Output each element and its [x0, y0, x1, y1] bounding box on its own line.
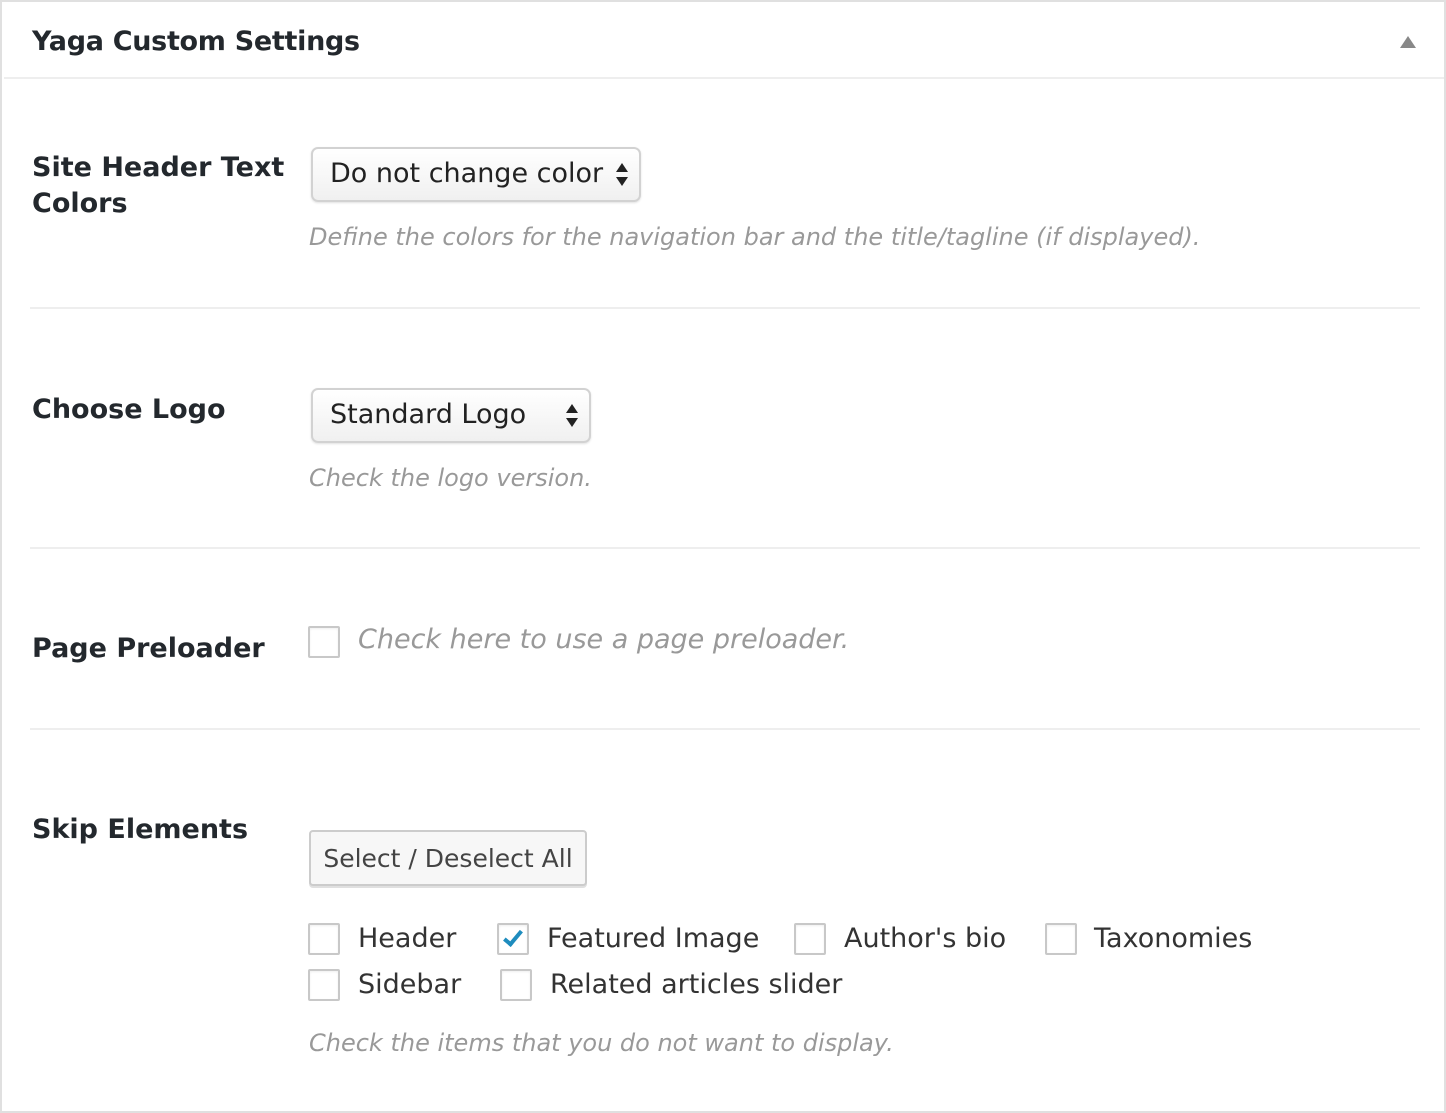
skip-checkbox-featured-image[interactable]	[497, 923, 529, 955]
header-colors-select-value: Do not change color	[330, 158, 604, 189]
skip-label-taxonomies: Taxonomies	[1094, 923, 1253, 954]
logo-select-value: Standard Logo	[330, 399, 527, 430]
skip-elements-label: Skip Elements	[32, 814, 249, 845]
header-colors-label-line2: Colors	[32, 188, 128, 219]
triangle-up-icon[interactable]	[1400, 36, 1416, 48]
skip-checkbox-taxonomies[interactable]	[1045, 923, 1077, 955]
logo-label: Choose Logo	[32, 394, 226, 425]
select-arrows-icon	[616, 163, 628, 187]
checkmark-icon	[503, 926, 523, 947]
select-deselect-all-button[interactable]: Select / Deselect All	[309, 830, 587, 886]
select-arrows-icon	[566, 404, 578, 428]
logo-select[interactable]: Standard Logo	[311, 388, 591, 443]
panel-title: Yaga Custom Settings	[32, 26, 360, 57]
skip-description: Check the items that you do not want to …	[309, 1029, 894, 1057]
divider	[30, 307, 1420, 309]
skip-label-header: Header	[358, 923, 457, 954]
preloader-checkbox-label: Check here to use a page preloader.	[358, 624, 850, 655]
header-colors-description: Define the colors for the navigation bar…	[309, 223, 1201, 251]
skip-checkbox-authors-bio[interactable]	[794, 923, 826, 955]
skip-label-related-articles-slider: Related articles slider	[550, 969, 843, 1000]
skip-checkbox-related-articles-slider[interactable]	[500, 969, 532, 1001]
header-colors-label-line1: Site Header Text	[32, 152, 285, 183]
divider	[30, 547, 1420, 549]
skip-checkbox-header[interactable]	[308, 923, 340, 955]
preloader-checkbox[interactable]	[308, 626, 340, 658]
skip-label-featured-image: Featured Image	[547, 923, 760, 954]
header-colors-label: Site Header Text Colors	[32, 150, 284, 222]
header-colors-select[interactable]: Do not change color	[311, 147, 641, 202]
preloader-label: Page Preloader	[32, 633, 265, 664]
skip-label-authors-bio: Author's bio	[844, 923, 1007, 954]
settings-panel: Yaga Custom Settings Site Header Text Co…	[0, 0, 1446, 1113]
skip-label-sidebar: Sidebar	[358, 969, 462, 1000]
divider	[30, 728, 1420, 730]
skip-checkbox-sidebar[interactable]	[308, 969, 340, 1001]
panel-header: Yaga Custom Settings	[4, 2, 1444, 79]
logo-description: Check the logo version.	[309, 464, 592, 492]
